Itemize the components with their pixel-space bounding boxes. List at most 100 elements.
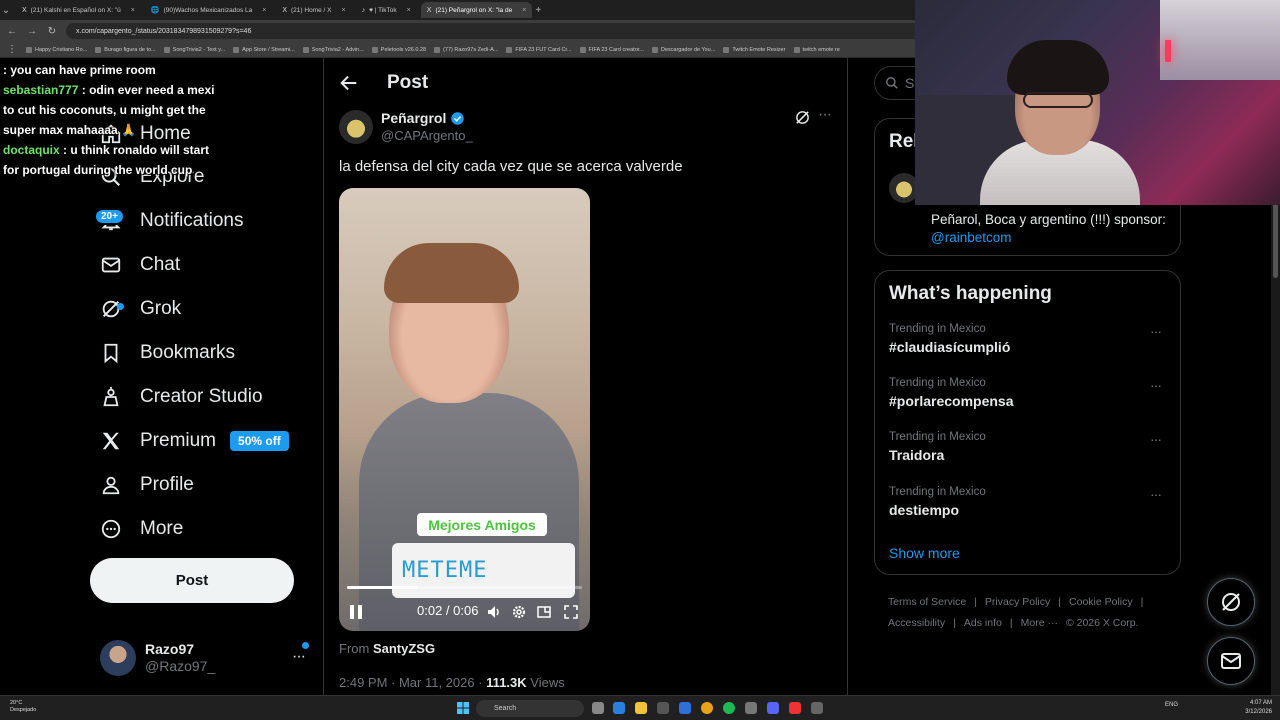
chrome-icon[interactable] (701, 702, 713, 714)
discord-icon[interactable] (767, 702, 779, 714)
browser-tab[interactable]: 🌐 (90)Wachos Mexicanizados La × (145, 2, 272, 18)
video-frame-hair (384, 243, 519, 303)
tab-menu-icon[interactable]: ⌄ (0, 5, 12, 16)
nav-notifications[interactable]: 20+ Notifications (94, 203, 244, 239)
pip-icon[interactable] (536, 604, 552, 620)
pause-icon[interactable] (349, 604, 363, 620)
close-tab-icon[interactable]: × (341, 7, 345, 14)
close-tab-icon[interactable]: × (522, 7, 526, 14)
video-progress-bar[interactable] (347, 586, 582, 589)
mail-app-icon[interactable] (679, 702, 691, 714)
trend-item[interactable]: Trending in Mexico #porlarecompensa ··· (889, 377, 1169, 417)
account-switcher[interactable]: Razo97 @Razo97_ ··· (100, 638, 315, 678)
nav-creator-studio[interactable]: Creator Studio (100, 379, 263, 415)
bookmark[interactable]: FIFA 23 FUT Card Cr... (506, 46, 572, 53)
trend-more-icon[interactable]: ··· (1150, 377, 1162, 393)
new-tab-icon[interactable]: + (532, 5, 544, 16)
nav-premium[interactable]: Premium 50% off (100, 423, 289, 459)
trend-item[interactable]: Trending in Mexico Traidora ··· (889, 431, 1169, 471)
close-tab-icon[interactable]: × (131, 7, 135, 14)
trend-more-icon[interactable]: ··· (1150, 486, 1162, 502)
windows-start-icon[interactable] (457, 702, 469, 714)
trend-more-icon[interactable]: ··· (1150, 431, 1162, 447)
footer-link[interactable]: More ··· (1021, 617, 1058, 629)
views-label: Views (526, 675, 565, 690)
browser-tab[interactable]: ♪ ♥ | TikTok × (356, 2, 417, 18)
bookmark[interactable]: Happy Cristiano Ro... (26, 46, 87, 53)
bookmark[interactable]: FIFA 23 Card creator... (579, 46, 644, 53)
post-compose-button[interactable]: Post (90, 558, 294, 603)
footer-link[interactable]: Cookie Policy (1069, 596, 1133, 608)
footer-link[interactable]: Accessibility (888, 617, 945, 629)
footer-link[interactable]: Terms of Service (888, 596, 966, 608)
notifications-icon-wrap: 20+ (94, 208, 125, 232)
footer-separator: | (1140, 596, 1144, 608)
grok-icon[interactable] (794, 109, 811, 126)
bookmark[interactable]: Twitch Emote Resizer (723, 46, 786, 53)
close-tab-icon[interactable]: × (262, 7, 266, 14)
fullscreen-icon[interactable] (563, 604, 579, 620)
close-tab-icon[interactable]: × (407, 7, 411, 14)
nav-profile-label: Profile (140, 474, 194, 495)
post-timestamp[interactable]: 2:49 PM · Mar 11, 2026 · (339, 675, 486, 690)
system-clock[interactable]: 4:07 AM 3/12/2026 (1240, 699, 1272, 717)
language-indicator[interactable]: ENG (1165, 702, 1178, 708)
store-icon[interactable] (657, 702, 669, 714)
bookmark[interactable]: Descargador de You... (651, 46, 715, 53)
account-unread-dot (302, 642, 309, 649)
reload-icon[interactable]: ↻ (46, 26, 58, 37)
nav-profile[interactable]: Profile (100, 467, 194, 503)
trend-context: Trending in Mexico (889, 323, 986, 335)
forward-nav-icon[interactable]: → (26, 26, 38, 37)
nav-grok[interactable]: Grok (100, 291, 181, 327)
avatar (100, 640, 136, 676)
trend-more-icon[interactable]: ··· (1150, 323, 1162, 339)
url-field[interactable]: x.com/capargento_/status/203183479893150… (66, 23, 966, 39)
bookmark-label: Twitch Emote Resizer (732, 46, 786, 53)
grok-fab-button[interactable] (1207, 578, 1255, 626)
sponsor-link[interactable]: @rainbetcom (931, 229, 1166, 247)
trend-item[interactable]: Trending in Mexico destiempo ··· (889, 486, 1169, 526)
edge-icon[interactable] (613, 702, 625, 714)
bookmark[interactable]: (77) Razo97s Zedi-A... (434, 46, 498, 53)
author-name[interactable]: Peñargrol (381, 110, 465, 126)
x-favicon-icon: X (426, 6, 432, 14)
bookmark[interactable]: App Store / Streami... (233, 46, 295, 53)
nav-bookmarks[interactable]: Bookmarks (100, 335, 235, 371)
browser-tab-active[interactable]: X (21) Peñargrol on X: "la de × (420, 2, 533, 18)
bookmark[interactable]: Peletools v26.0.28 (371, 46, 426, 53)
video-player[interactable]: Mejores Amigos METEME 0:02 / 0:06 (339, 188, 590, 631)
music-icon[interactable] (789, 702, 801, 714)
browser-tab[interactable]: X (21) Home / X × (276, 2, 351, 18)
obs-icon[interactable] (745, 702, 757, 714)
bookmark[interactable]: SongTrivia2 - Advin... (302, 46, 364, 53)
stream-chat-overlay: : you can have prime room sebastian777 :… (3, 60, 218, 180)
back-nav-icon[interactable]: ← (6, 26, 18, 37)
settings-gear-icon[interactable] (511, 604, 527, 620)
account-more-icon[interactable]: ··· (292, 648, 306, 666)
author-avatar[interactable] (339, 110, 373, 144)
nav-chat[interactable]: Chat (100, 247, 180, 283)
file-explorer-icon[interactable] (635, 702, 647, 714)
author-handle[interactable]: @CAPArgento_ (381, 128, 473, 143)
show-more-link[interactable]: Show more (889, 545, 960, 561)
from-user-link[interactable]: SantyZSG (373, 641, 435, 656)
bookmark[interactable]: twitch emote re (793, 46, 840, 53)
back-arrow-icon[interactable] (338, 72, 360, 94)
footer-link[interactable]: Privacy Policy (985, 596, 1050, 608)
messages-fab-button[interactable] (1207, 637, 1255, 685)
bookmark[interactable]: Burago figura de to... (95, 46, 156, 53)
spotify-icon[interactable] (723, 702, 735, 714)
apps-icon[interactable]: ⋮ (6, 44, 18, 55)
volume-icon[interactable] (486, 604, 502, 620)
trend-item[interactable]: Trending in Mexico #claudiasícumplió ··· (889, 323, 1169, 363)
app-icon[interactable] (811, 702, 823, 714)
bookmark[interactable]: SongTrivia2 - Text y... (163, 46, 225, 53)
browser-tab[interactable]: X (21) Kalshi en Español on X: "ü × (16, 2, 141, 18)
nav-more[interactable]: More (100, 511, 183, 547)
task-view-icon[interactable] (592, 702, 604, 714)
footer-link[interactable]: Ads info (964, 617, 1002, 629)
taskbar-search[interactable]: Search (476, 700, 584, 717)
weather-widget[interactable]: 20°C Despejado (10, 700, 36, 714)
post-more-icon[interactable]: ··· (818, 106, 832, 124)
